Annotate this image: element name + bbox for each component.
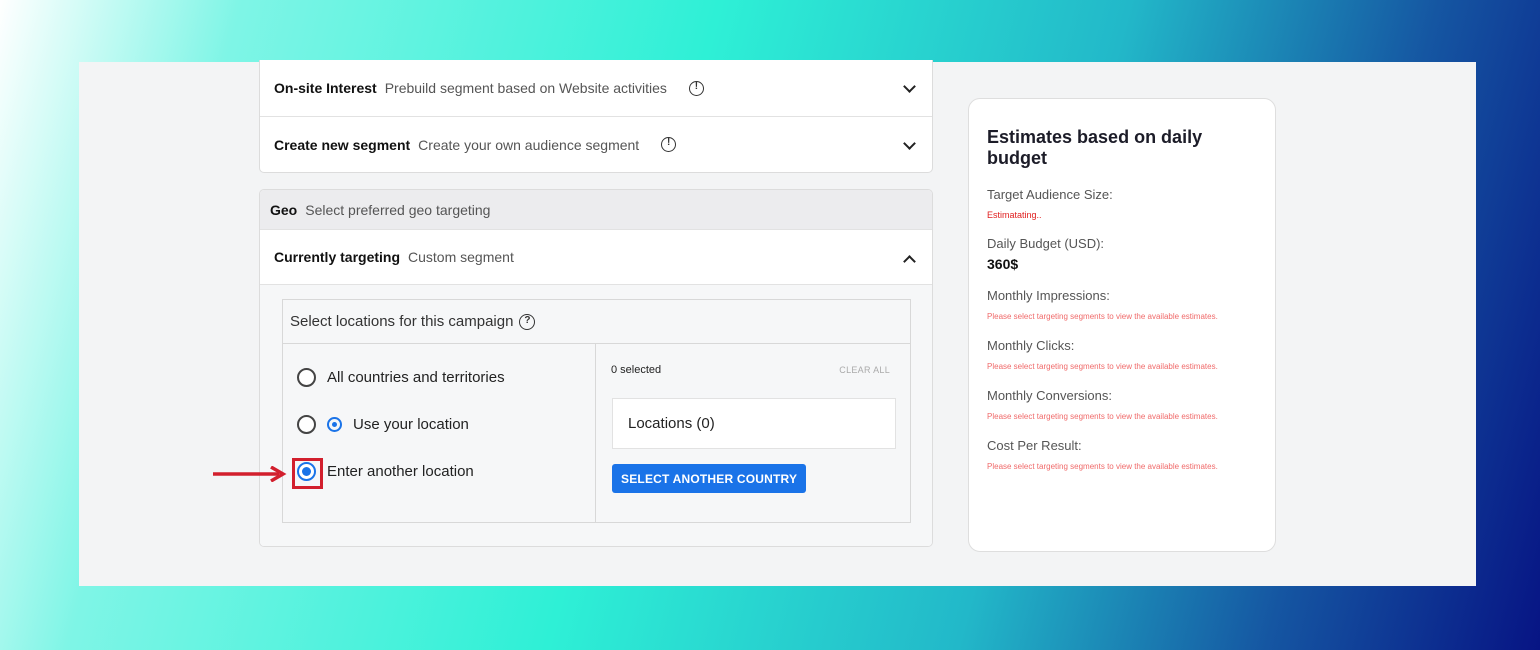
audience-value: Estimatating.. <box>987 210 1042 220</box>
budget-value: 360$ <box>987 256 1019 272</box>
currently-targeting-toggle[interactable]: Currently targeting Custom segment <box>260 230 932 285</box>
estimate-note: Please select targeting segments to view… <box>987 462 1218 471</box>
geo-title: Geo <box>270 201 298 218</box>
estimate-audience: Target Audience Size: Estimatating.. <box>987 187 1257 220</box>
chevron-down-icon[interactable] <box>903 137 916 150</box>
impressions-label: Monthly Impressions: <box>987 288 1110 303</box>
estimate-conversions: Monthly Conversions: Please select targe… <box>987 388 1257 422</box>
clear-all-button[interactable]: CLEAR ALL <box>839 365 890 375</box>
chevron-down-icon[interactable] <box>903 80 916 93</box>
info-icon[interactable] <box>688 80 704 96</box>
location-options: All countries and territories Use your l… <box>283 344 596 522</box>
segment-create-new[interactable]: Create new segment Create your own audie… <box>260 116 932 172</box>
geo-desc: Select preferred geo targeting <box>305 201 491 218</box>
estimate-note: Please select targeting segments to view… <box>987 412 1218 421</box>
location-prompt: Select locations for this campaign <box>283 300 910 344</box>
segment-onsite-interest[interactable]: On-site Interest Prebuild segment based … <box>260 60 932 116</box>
option-all-countries[interactable]: All countries and territories <box>297 368 505 387</box>
estimate-cost-per-result: Cost Per Result: Please select targeting… <box>987 438 1257 472</box>
estimate-clicks: Monthly Clicks: Please select targeting … <box>987 338 1257 372</box>
chevron-up-icon[interactable] <box>903 255 916 268</box>
radio-button[interactable] <box>297 368 316 387</box>
currently-label: Currently targeting <box>274 249 401 265</box>
red-arrow-icon <box>213 466 287 482</box>
select-another-country-button[interactable]: SELECT ANOTHER COUNTRY <box>612 464 807 493</box>
estimates-title: Estimates based on daily budget <box>987 127 1203 168</box>
option-enter-location[interactable]: Enter another location <box>297 462 474 481</box>
highlight-box <box>292 458 323 489</box>
budget-label: Daily Budget (USD): <box>987 236 1105 251</box>
currently-value: Custom segment <box>408 249 514 265</box>
locations-label: Locations (0) <box>628 415 715 432</box>
cpr-label: Cost Per Result: <box>987 438 1082 453</box>
geo-header: Geo Select preferred geo targeting <box>260 190 932 230</box>
estimate-note: Please select targeting segments to view… <box>987 362 1218 371</box>
geo-card: Geo Select preferred geo targeting Curre… <box>259 189 933 547</box>
geo-body: Select locations for this campaign All c… <box>260 285 932 546</box>
option-label: All countries and territories <box>327 369 505 386</box>
radio-button[interactable] <box>297 415 316 434</box>
audience-label: Target Audience Size: <box>987 187 1113 202</box>
segment-desc: Prebuild segment based on Website activi… <box>384 80 667 96</box>
estimate-note: Please select targeting segments to view… <box>987 312 1218 321</box>
segment-title: Create new segment <box>274 136 411 153</box>
location-prompt-text: Select locations for this campaign <box>290 313 514 330</box>
locations-list: Locations (0) <box>612 398 896 449</box>
estimate-impressions: Monthly Impressions: Please select targe… <box>987 288 1257 322</box>
estimates-panel: Estimates based on daily budget Target A… <box>968 98 1276 552</box>
clicks-label: Monthly Clicks: <box>987 338 1075 353</box>
app-screen: On-site Interest Prebuild segment based … <box>79 60 1476 586</box>
estimate-budget: Daily Budget (USD): 360$ <box>987 236 1257 272</box>
info-icon[interactable] <box>661 137 677 152</box>
location-target-icon <box>327 417 342 432</box>
location-selector: Select locations for this campaign All c… <box>282 299 911 523</box>
segment-desc: Create your own audience segment <box>418 136 640 153</box>
selected-count: 0 selected <box>611 364 662 376</box>
conversions-label: Monthly Conversions: <box>987 388 1112 403</box>
option-use-location[interactable]: Use your location <box>297 415 469 434</box>
option-label: Enter another location <box>327 463 474 480</box>
help-icon[interactable] <box>519 313 536 330</box>
selected-locations-panel: 0 selected CLEAR ALL Locations (0) SELEC… <box>597 344 910 522</box>
segment-title: On-site Interest <box>274 80 377 96</box>
segment-list: On-site Interest Prebuild segment based … <box>259 60 933 173</box>
option-label: Use your location <box>353 416 469 433</box>
